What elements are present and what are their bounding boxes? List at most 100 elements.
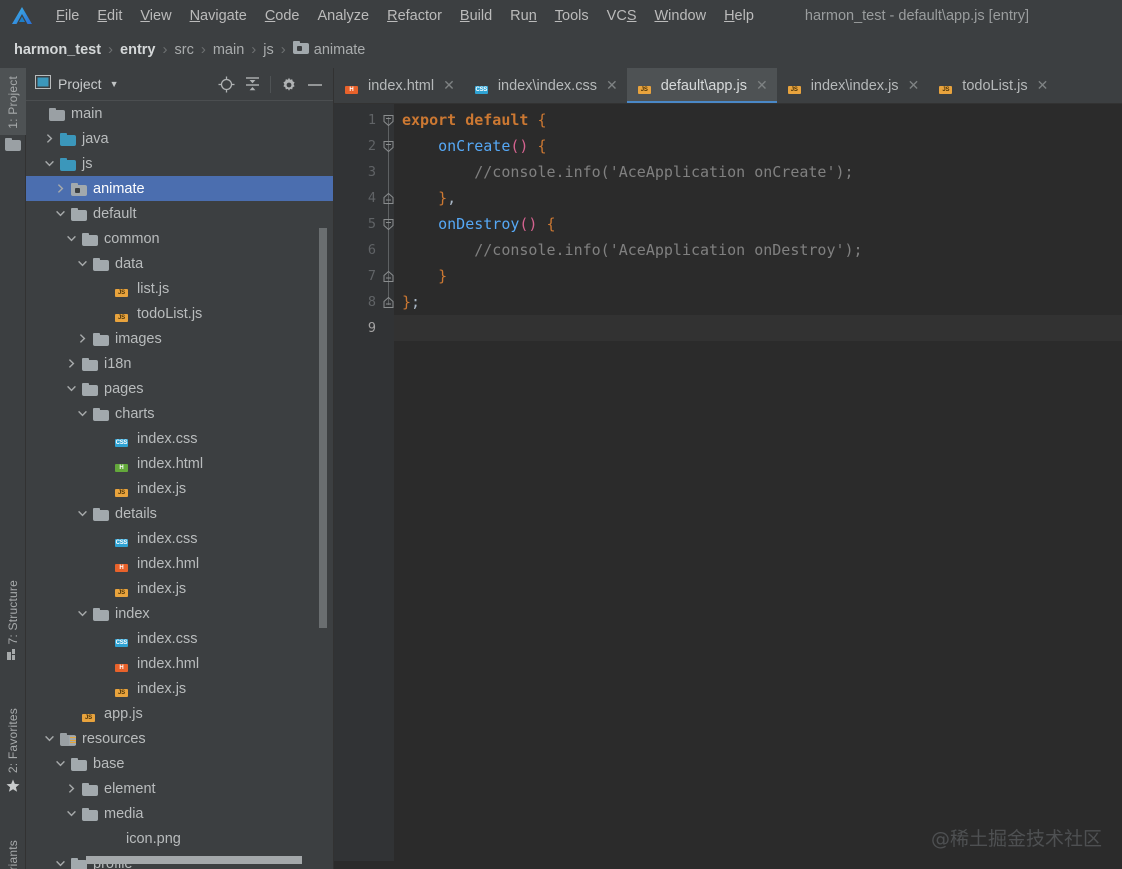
tree-row[interactable]: charts — [26, 401, 333, 426]
menu-item-navigate[interactable]: Navigate — [181, 4, 256, 28]
chevron-down-icon[interactable] — [65, 801, 78, 826]
settings-icon[interactable] — [277, 73, 301, 97]
menu-item-build[interactable]: Build — [451, 4, 501, 28]
breadcrumb-item-harmon_test[interactable]: harmon_test — [14, 42, 101, 58]
menu-item-code[interactable]: Code — [256, 4, 309, 28]
menu-item-window[interactable]: Window — [645, 4, 715, 28]
hide-panel-icon[interactable] — [303, 73, 327, 97]
tree-row[interactable]: common — [26, 226, 333, 251]
project-tree-vscrollbar[interactable] — [319, 228, 327, 628]
tree-row[interactable]: images — [26, 326, 333, 351]
folder-icon — [71, 206, 87, 222]
chevron-right-icon[interactable] — [65, 776, 78, 801]
chevron-down-icon[interactable] — [54, 751, 67, 776]
tree-row[interactable]: i18n — [26, 351, 333, 376]
tree-row[interactable]: data — [26, 251, 333, 276]
editor-tab[interactable]: JS todoList.js ✕ — [928, 68, 1057, 103]
tree-row[interactable]: JS index.js — [26, 476, 333, 501]
breadcrumb-item-entry[interactable]: entry — [120, 42, 155, 58]
editor-tab[interactable]: CSS index\index.css ✕ — [464, 68, 627, 103]
close-icon[interactable]: ✕ — [756, 77, 768, 94]
toolbar-divider — [270, 76, 271, 93]
tree-row[interactable]: index — [26, 601, 333, 626]
menu-item-file[interactable]: File — [47, 4, 88, 28]
tree-row[interactable]: JS list.js — [26, 276, 333, 301]
tree-row[interactable]: main — [26, 101, 333, 126]
chevron-down-icon[interactable] — [76, 501, 89, 526]
close-icon[interactable]: ✕ — [1037, 77, 1049, 94]
tree-item-label: index.hml — [137, 655, 200, 672]
tree-row[interactable]: Hindex.hml — [26, 551, 333, 576]
editor-tab-active[interactable]: JS default\app.js ✕ — [626, 68, 777, 103]
tree-row[interactable]: media — [26, 801, 333, 826]
menu-item-refactor[interactable]: Refactor — [378, 4, 451, 28]
tree-row[interactable]: JS todoList.js — [26, 301, 333, 326]
breadcrumb-item-src[interactable]: src — [175, 42, 194, 58]
menu-item-edit[interactable]: Edit — [88, 4, 131, 28]
chevron-right-icon[interactable] — [76, 326, 89, 351]
close-icon[interactable]: ✕ — [443, 77, 455, 94]
tree-row[interactable]: base — [26, 751, 333, 776]
chevron-down-icon[interactable]: ▼ — [110, 79, 119, 89]
tree-row[interactable]: element — [26, 776, 333, 801]
tree-row-selected[interactable]: animate — [26, 176, 333, 201]
tree-row[interactable]: JS index.js — [26, 576, 333, 601]
chevron-down-icon[interactable] — [76, 251, 89, 276]
tree-row[interactable]: resources — [26, 726, 333, 751]
tree-row[interactable]: icon.png — [26, 826, 333, 851]
menu-item-help[interactable]: Help — [715, 4, 763, 28]
folder-icon — [82, 381, 98, 397]
menu-item-view[interactable]: View — [131, 4, 180, 28]
tree-row[interactable]: CSS index.css — [26, 426, 333, 451]
tree-row[interactable]: JS app.js — [26, 701, 333, 726]
menu-item-run[interactable]: Run — [501, 4, 546, 28]
tree-row[interactable]: CSS index.css — [26, 526, 333, 551]
editor-tab[interactable]: JS index\index.js ✕ — [777, 68, 929, 103]
close-icon[interactable]: ✕ — [908, 77, 920, 94]
menu-item-vcs[interactable]: VCS — [598, 4, 646, 28]
locate-icon[interactable] — [214, 73, 238, 97]
chevron-right-icon[interactable] — [54, 176, 67, 201]
strip-button-structure[interactable]: 7: Structure — [0, 580, 26, 663]
chevron-down-icon[interactable] — [76, 601, 89, 626]
project-tool-window: Project ▼ main java js animate default c… — [26, 68, 334, 869]
tree-row[interactable]: details — [26, 501, 333, 526]
strip-button-favorites[interactable]: 2: Favorites — [0, 708, 26, 796]
tree-row[interactable]: java — [26, 126, 333, 151]
chevron-down-icon[interactable] — [65, 226, 78, 251]
collapse-all-icon[interactable] — [240, 73, 264, 97]
code-token: ; — [411, 293, 421, 311]
breadcrumb-item-main[interactable]: main — [213, 42, 244, 58]
chevron-down-icon[interactable] — [43, 151, 56, 176]
breadcrumb-item-animate[interactable]: animate — [292, 40, 365, 59]
image-file-icon — [104, 831, 120, 847]
menu-item-analyze[interactable]: Analyze — [309, 4, 379, 28]
chevron-right-icon[interactable] — [43, 126, 56, 151]
tree-row[interactable]: pages — [26, 376, 333, 401]
tree-row[interactable]: JS index.js — [26, 676, 333, 701]
tree-item-label: element — [104, 780, 156, 797]
tree-row[interactable]: default — [26, 201, 333, 226]
chevron-right-icon[interactable] — [65, 351, 78, 376]
project-tree-hscrollbar[interactable] — [86, 856, 302, 864]
chevron-down-icon[interactable] — [65, 376, 78, 401]
tree-row[interactable]: js — [26, 151, 333, 176]
chevron-down-icon[interactable] — [54, 201, 67, 226]
project-tree[interactable]: main java js animate default common data JS list… — [26, 101, 333, 869]
tree-row[interactable]: CSS index.css — [26, 626, 333, 651]
chevron-down-icon[interactable] — [43, 726, 56, 751]
editor-tab[interactable]: Hindex.html ✕ — [334, 68, 464, 103]
strip-button-project[interactable]: 1: Project — [0, 68, 26, 135]
breadcrumb-item-js[interactable]: js — [263, 42, 273, 58]
chevron-down-icon[interactable] — [76, 401, 89, 426]
tree-row[interactable]: Hindex.hml — [26, 651, 333, 676]
menu-item-tools[interactable]: Tools — [546, 4, 598, 28]
tree-item-label: index.js — [137, 480, 187, 497]
strip-button-variants[interactable]: Variants — [0, 840, 26, 869]
code-editor[interactable]: 1 export default {2 onCreate() {3 //conso… — [334, 104, 1122, 869]
tree-row[interactable]: Hindex.html — [26, 451, 333, 476]
chevron-down-icon[interactable] — [54, 851, 67, 869]
close-icon[interactable]: ✕ — [606, 77, 618, 94]
